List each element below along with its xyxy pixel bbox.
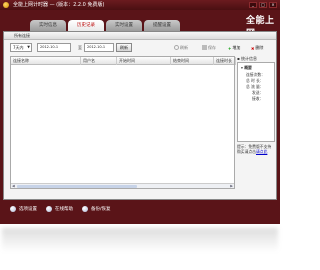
scrollbar-thumb[interactable] (17, 185, 137, 188)
range-select-value: 7天内 (13, 45, 24, 50)
tab-history[interactable]: 历史记录 (68, 20, 104, 31)
close-button[interactable]: × (269, 2, 277, 8)
minimize-button[interactable]: _ (249, 2, 257, 8)
help-button[interactable]: 在线帮助 (46, 206, 73, 212)
history-toolbar: 7天内 ▼ 2012-10-1 至 2012-10-1 刷新 刷新 保存 +增加… (10, 43, 270, 52)
stats-header-label: 统计信息 (241, 56, 257, 61)
add-tool[interactable]: +增加 (228, 44, 240, 51)
refresh-tool-label: 刷新 (180, 45, 188, 50)
stats-summary-label: 概要 (244, 65, 252, 70)
help-label: 在线帮助 (55, 207, 73, 212)
date-to-input[interactable]: 2012-10-1 (84, 43, 114, 52)
tip-purchase: 购买请点击请点此 (237, 149, 267, 155)
tip-purchase-link[interactable]: 请点此 (256, 149, 267, 154)
delete-icon: ✖ (251, 46, 255, 51)
stats-summary-title: ▾ 概要 (241, 65, 252, 71)
range-select[interactable]: 7天内 ▼ (10, 43, 32, 52)
options-button[interactable]: 选项设置 (10, 206, 37, 212)
scroll-left-icon[interactable]: ◀ (12, 184, 15, 189)
window-controls: _ □ × (249, 2, 277, 8)
chevron-down-icon: ▼ (27, 45, 30, 49)
query-button[interactable]: 刷新 (116, 43, 132, 52)
tip-purchase-text: 购买请点击 (237, 149, 256, 154)
date-from-input[interactable]: 2012-10-1 (37, 43, 71, 52)
save-tool[interactable]: 保存 (202, 44, 216, 51)
stats-box: ▾ 概要 连接次数： 总 时 长： 总 流 量： 发送： 接收： (237, 62, 275, 142)
app-window: 全能上网计时器 — (版本：2.2.0 免费版) _ □ × 实时信息 历史记录… (0, 0, 280, 224)
delete-tool-label: 删除 (255, 45, 264, 50)
window-title: 全能上网计时器 — (版本：2.2.0 免费版) (13, 2, 105, 8)
column-end-time[interactable]: 结束时间 (171, 57, 214, 65)
backup-label: 备份/恢复 (91, 207, 111, 212)
table-header: 连接名称 用户名 开始时间 结束时间 连接时长 (11, 57, 236, 65)
column-username[interactable]: 用户名 (81, 57, 117, 65)
stats-received: 接收： (252, 96, 264, 101)
save-icon (202, 45, 207, 50)
add-tool-label: 增加 (232, 45, 241, 50)
options-label: 选项设置 (19, 207, 37, 212)
window-reflection (2, 228, 278, 252)
column-duration[interactable]: 连接时长 (214, 57, 236, 65)
tab-reminders[interactable]: 提醒设置 (144, 20, 180, 31)
tab-bar: 实时信息 历史记录 实时设置 提醒设置 (30, 20, 180, 31)
horizontal-scrollbar[interactable]: ◀ ▶ (11, 183, 234, 188)
tab-settings[interactable]: 实时设置 (106, 20, 142, 31)
delete-tool[interactable]: ✖删除 (251, 44, 263, 51)
app-icon (3, 2, 9, 8)
history-panel: 所有连接 7天内 ▼ 2012-10-1 至 2012-10-1 刷新 刷新 保… (3, 31, 277, 200)
scroll-right-icon[interactable]: ▶ (230, 184, 233, 189)
refresh-icon (174, 45, 179, 50)
title-bar: 全能上网计时器 — (版本：2.2.0 免费版) _ □ × (0, 0, 280, 10)
panel-title: 所有连接 (4, 32, 276, 40)
refresh-tool[interactable]: 刷新 (174, 44, 188, 51)
history-table[interactable]: 连接名称 用户名 开始时间 结束时间 连接时长 ◀ ▶ (10, 56, 236, 189)
maximize-button[interactable]: □ (259, 2, 267, 8)
stats-header-icon: ▪ (237, 56, 240, 61)
plus-icon: + (228, 46, 232, 51)
column-start-time[interactable]: 开始时间 (117, 57, 171, 65)
help-icon (46, 206, 52, 212)
backup-icon (82, 206, 88, 212)
save-tool-label: 保存 (208, 45, 216, 50)
column-connection-name[interactable]: 连接名称 (11, 57, 81, 65)
footer-bar: 选项设置 在线帮助 备份/恢复 (10, 206, 111, 212)
stats-panel: ▪ 统计信息 ▾ 概要 连接次数： 总 时 长： 总 流 量： 发送： 接收： … (237, 56, 275, 189)
tab-realtime[interactable]: 实时信息 (30, 20, 66, 31)
range-separator: 至 (78, 45, 82, 50)
backup-button[interactable]: 备份/恢复 (82, 206, 111, 212)
gear-icon (10, 206, 16, 212)
